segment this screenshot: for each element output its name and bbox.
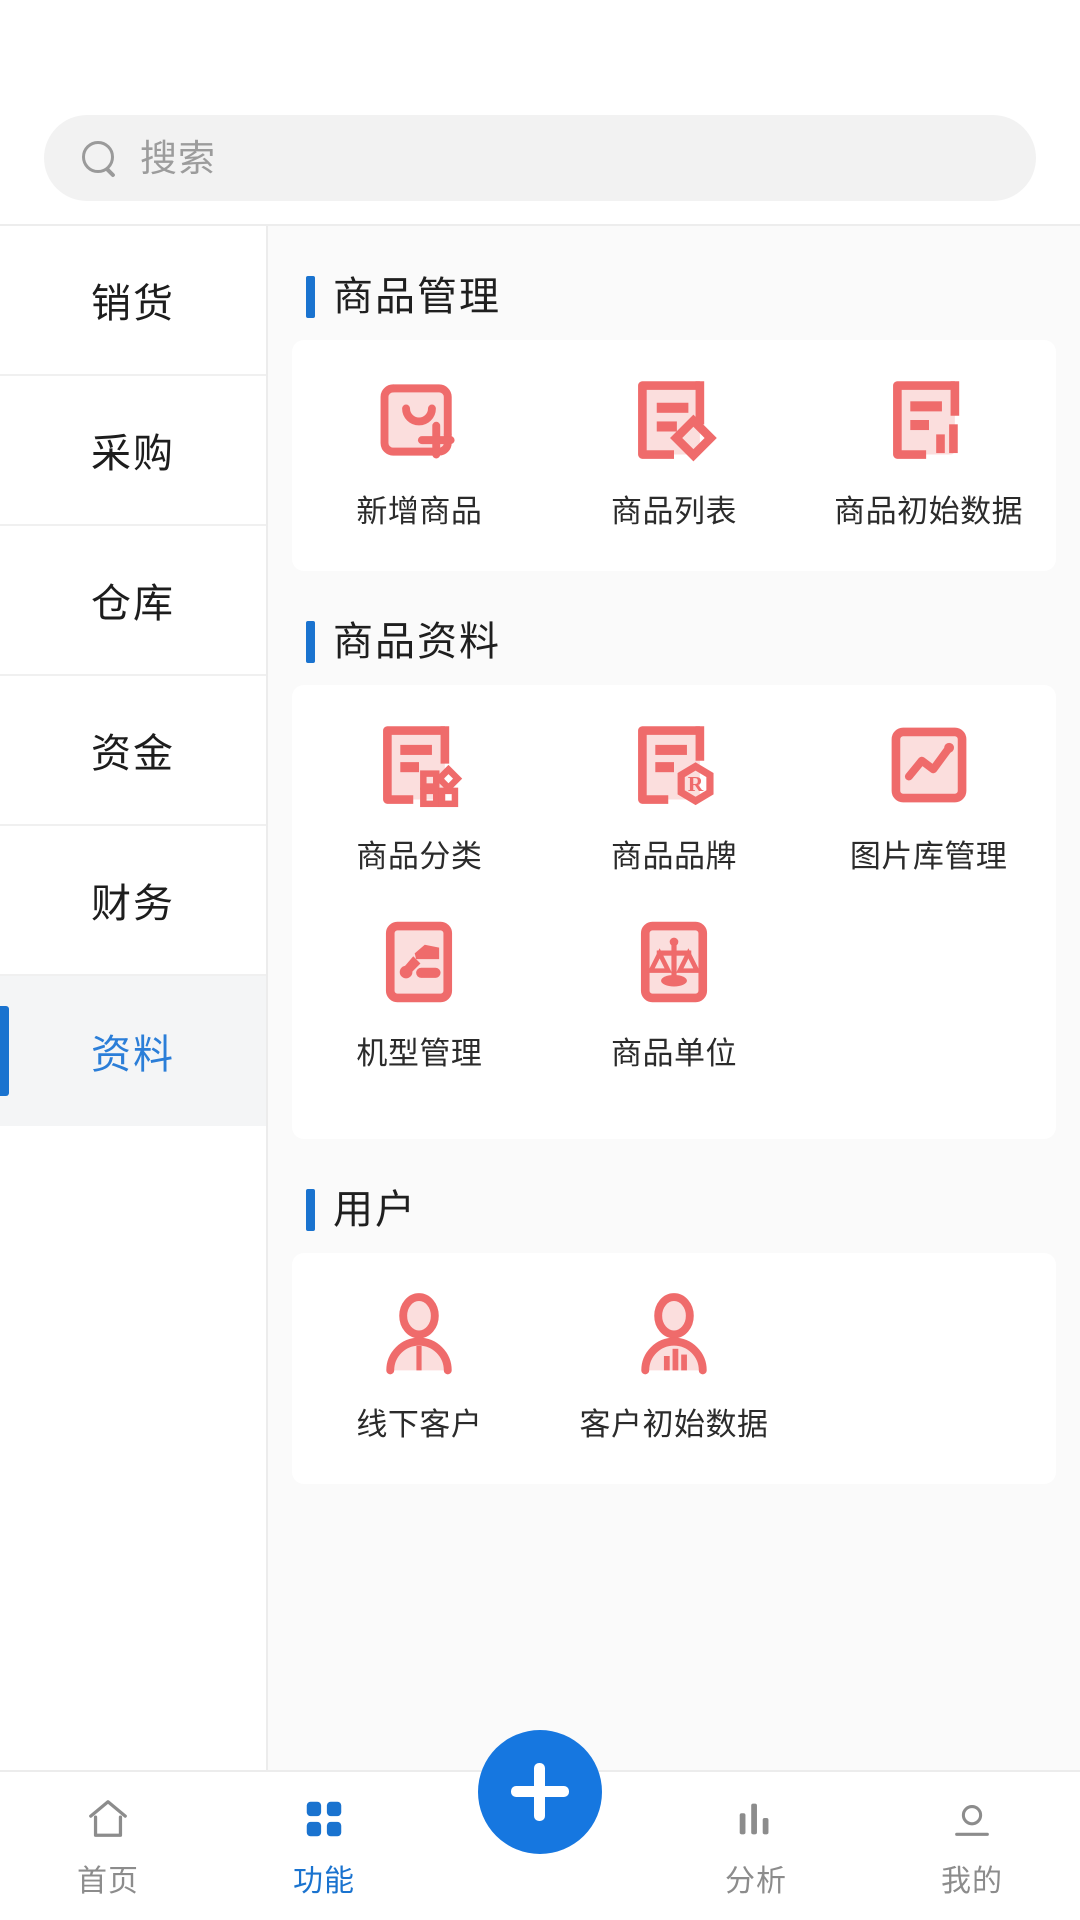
section-card-user: 线下客户 [292, 1253, 1056, 1484]
nav-label: 我的 [941, 1856, 1003, 1900]
image-chart-icon [883, 719, 975, 811]
bar-chart-icon [733, 1796, 779, 1842]
section-card-product-management: 新增商品 商品列表 [292, 340, 1056, 571]
document-chart-icon [883, 374, 975, 466]
balance-scale-icon [628, 916, 720, 1008]
tile-customer-initial-data[interactable]: 客户初始数据 [547, 1287, 802, 1444]
nav-item-profile[interactable]: 我的 [864, 1772, 1080, 1900]
tile-product-brand[interactable]: R 商品品牌 [547, 719, 802, 876]
app-root: 搜索 销货 采购 仓库 资金 财务 资料 [0, 0, 1080, 1920]
document-registered-icon: R [628, 719, 720, 811]
main-body: 销货 采购 仓库 资金 财务 资料 商品 [0, 224, 1080, 1770]
search-icon [80, 139, 118, 177]
category-sidebar[interactable]: 销货 采购 仓库 资金 财务 资料 [0, 226, 268, 1770]
sidebar-item-warehouse[interactable]: 仓库 [0, 526, 266, 676]
tile-machine-model[interactable]: 机型管理 [292, 916, 547, 1073]
search-placeholder: 搜索 [140, 140, 216, 177]
nav-label: 分析 [725, 1856, 787, 1900]
sidebar-item-label: 资金 [91, 721, 175, 779]
sidebar-item-data[interactable]: 资料 [0, 976, 266, 1126]
sidebar-item-label: 财务 [91, 871, 175, 929]
tile-label: 图片库管理 [850, 831, 1008, 876]
section-accent-bar [306, 276, 315, 318]
sidebar-item-sales[interactable]: 销货 [0, 226, 266, 376]
tile-label: 商品列表 [611, 486, 737, 531]
document-tag-icon [628, 374, 720, 466]
section-header-product-management: 商品管理 [292, 260, 1056, 340]
search-bar: 搜索 [0, 92, 1080, 224]
grid-icon [301, 1796, 347, 1842]
tile-label: 新增商品 [356, 486, 482, 531]
section-title: 商品管理 [333, 277, 501, 317]
tile-label: 线下客户 [356, 1399, 482, 1444]
tile-grid: 商品分类 R 商品品牌 [292, 719, 1056, 1073]
bag-plus-icon [373, 374, 465, 466]
tile-label: 商品分类 [356, 831, 482, 876]
section-title: 商品资料 [333, 622, 501, 662]
function-panel: 商品管理 [268, 226, 1080, 1770]
tile-label: 商品单位 [611, 1028, 737, 1073]
excavator-icon [373, 916, 465, 1008]
person-icon [373, 1287, 465, 1379]
status-bar-spacer [0, 0, 1080, 92]
sidebar-item-funds[interactable]: 资金 [0, 676, 266, 826]
tile-image-library[interactable]: 图片库管理 [801, 719, 1056, 876]
nav-item-home[interactable]: 首页 [0, 1772, 216, 1900]
nav-item-functions[interactable]: 功能 [216, 1772, 432, 1900]
section-accent-bar [306, 621, 315, 663]
add-button[interactable] [478, 1730, 602, 1854]
document-category-icon [373, 719, 465, 811]
profile-icon [949, 1796, 995, 1842]
section-card-product-info: 商品分类 R 商品品牌 [292, 685, 1056, 1139]
sidebar-item-purchase[interactable]: 采购 [0, 376, 266, 526]
tile-label: 商品初始数据 [834, 486, 1023, 531]
tile-grid: 线下客户 [292, 1287, 1056, 1444]
sidebar-item-label: 销货 [91, 271, 175, 329]
tile-placeholder [801, 1287, 1056, 1444]
nav-label: 首页 [77, 1856, 139, 1900]
tile-offline-customer[interactable]: 线下客户 [292, 1287, 547, 1444]
tile-product-category[interactable]: 商品分类 [292, 719, 547, 876]
sidebar-item-label: 仓库 [91, 571, 175, 629]
sidebar-item-label: 资料 [91, 1022, 175, 1080]
tile-label: 商品品牌 [611, 831, 737, 876]
section-accent-bar [306, 1189, 315, 1231]
sidebar-item-label: 采购 [91, 421, 175, 479]
nav-label: 功能 [293, 1856, 355, 1900]
person-chart-icon [628, 1287, 720, 1379]
section-header-product-info: 商品资料 [292, 605, 1056, 685]
svg-text:R: R [688, 772, 704, 796]
section-title: 用户 [333, 1190, 417, 1230]
bottom-navigation: 首页 功能 分析 [0, 1770, 1080, 1920]
tile-grid: 新增商品 商品列表 [292, 374, 1056, 531]
sidebar-item-finance[interactable]: 财务 [0, 826, 266, 976]
tile-label: 客户初始数据 [579, 1399, 768, 1444]
tile-product-unit[interactable]: 商品单位 [547, 916, 802, 1073]
tile-product-initial-data[interactable]: 商品初始数据 [801, 374, 1056, 531]
plus-icon [511, 1763, 569, 1821]
search-input[interactable]: 搜索 [44, 115, 1036, 201]
nav-item-analysis[interactable]: 分析 [648, 1772, 864, 1900]
tile-product-list[interactable]: 商品列表 [547, 374, 802, 531]
section-header-user: 用户 [292, 1173, 1056, 1253]
home-icon [85, 1796, 131, 1842]
tile-new-product[interactable]: 新增商品 [292, 374, 547, 531]
tile-label: 机型管理 [356, 1028, 482, 1073]
